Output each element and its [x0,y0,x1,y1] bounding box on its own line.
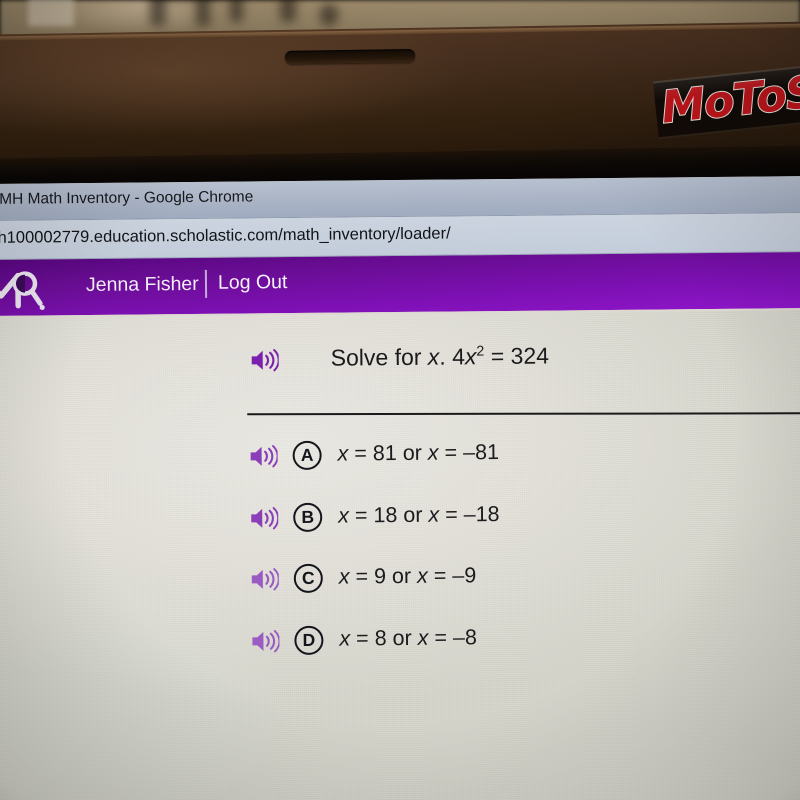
room-object-2 [196,0,210,26]
equation-rest: = 324 [484,342,550,370]
laptop-screen: MH Math Inventory - Google Chrome h10000… [0,176,800,800]
room-object-1 [150,0,166,26]
log-out-button[interactable]: Log Out [218,271,288,295]
speaker-icon[interactable] [249,347,280,373]
option-var-1: x [339,626,351,651]
user-name: Jenna Fisher [85,272,199,297]
option-post: = –9 [427,563,477,588]
option-letter-badge: B [293,502,323,533]
browser-window-title: MH Math Inventory - Google Chrome [0,188,254,208]
laptop-lid-slot [284,48,416,65]
question-content-area: Solve for x. 4x2 = 324 A x = 81 or x = –… [0,310,800,800]
option-mid: = 8 or [350,625,418,651]
speaker-icon[interactable] [249,628,281,654]
answer-option-b[interactable]: B x = 18 or x = –18 [0,494,800,546]
option-letter-badge: D [294,625,324,656]
answer-option-d[interactable]: D x = 8 or x = –8 [0,617,800,669]
math-inventory-logo-icon [0,263,50,312]
address-bar-url[interactable]: h100002779.education.scholastic.com/math… [0,225,451,248]
room-wall-panel [28,0,74,26]
stem-prefix: Solve for [330,343,428,371]
equation-variable: x [464,343,477,370]
answer-option-a[interactable]: A x = 81 or x = –81 [0,432,800,484]
speaker-icon[interactable] [248,505,280,531]
option-post: = –81 [438,440,500,465]
answer-option-c[interactable]: C x = 9 or x = –9 [0,555,800,607]
stem-punct: . 4 [439,343,466,370]
option-mid: = 18 or [348,502,429,528]
room-object-5 [280,0,296,22]
option-var-2: x [427,440,439,465]
question-stem-text: Solve for x. 4x2 = 324 [331,343,550,372]
option-text: x = 8 or x = –8 [339,625,477,651]
option-post: = –8 [428,625,477,650]
option-mid: = 9 or [349,563,418,589]
option-text: x = 81 or x = –81 [338,440,500,467]
laptop-photo: MoToS MH Math Inventory - Google Chrome … [0,0,800,800]
speaker-icon[interactable] [249,566,280,592]
option-var-2: x [416,563,428,588]
option-text: x = 9 or x = –9 [339,563,477,589]
option-var-2: x [428,502,440,527]
option-var-1: x [337,441,349,466]
option-letter-badge: C [293,563,323,594]
equation-exponent: 2 [476,343,485,360]
option-text: x = 18 or x = –18 [338,502,500,529]
option-var-2: x [417,625,429,650]
header-separator [204,269,208,298]
option-letter-badge: A [292,440,322,471]
room-object-7 [320,4,338,26]
stem-variable: x [427,343,440,370]
question-stem-row: Solve for x. 4x2 = 324 [0,332,800,394]
option-var-1: x [338,564,350,589]
option-post: = –18 [439,502,500,527]
question-divider [247,412,800,416]
option-var-1: x [338,503,350,528]
room-object-4 [230,0,243,22]
app-header: Jenna Fisher Log Out [0,252,800,318]
option-mid: = 81 or [348,440,428,466]
speaker-icon[interactable] [248,443,279,469]
